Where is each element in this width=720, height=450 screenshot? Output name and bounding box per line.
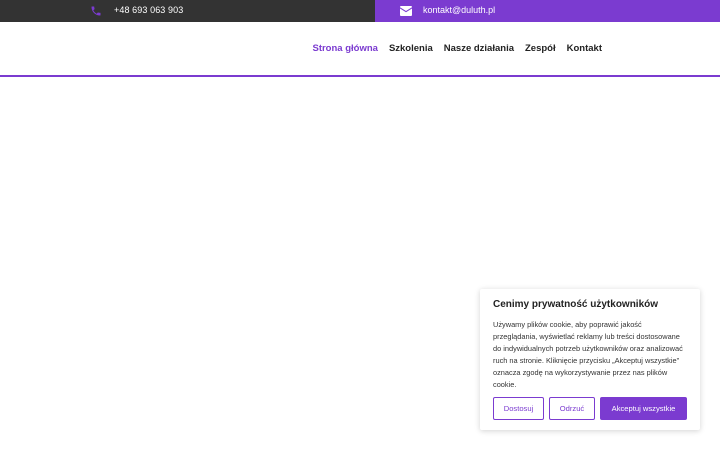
main-nav: Strona główna Szkolenia Nasze działania … [312, 43, 602, 54]
phone-icon [91, 6, 101, 16]
email-link[interactable]: kontakt@duluth.pl [423, 5, 495, 15]
nav-item-contact[interactable]: Kontakt [567, 43, 602, 54]
cookie-consent-dialog: Cenimy prywatność użytkowników Używamy p… [480, 289, 700, 430]
accept-all-button[interactable]: Akceptuj wszystkie [600, 397, 687, 420]
cookie-description: Używamy plików cookie, aby poprawić jako… [493, 320, 683, 389]
envelope-icon [400, 6, 412, 16]
phone-link[interactable]: +48 693 063 903 [114, 5, 183, 15]
site-header: Strona główna Szkolenia Nasze działania … [0, 22, 720, 77]
nav-item-team[interactable]: Zespół [525, 43, 556, 54]
contact-phone-bar: +48 693 063 903 [0, 0, 375, 22]
contact-email-bar: kontakt@duluth.pl [375, 0, 720, 22]
reject-button[interactable]: Odrzuć [549, 397, 595, 420]
nav-item-home[interactable]: Strona główna [312, 43, 377, 54]
nav-item-activities[interactable]: Nasze działania [444, 43, 514, 54]
cookie-buttons: Dostosuj Odrzuć Akceptuj wszystkie [493, 397, 687, 420]
customize-button[interactable]: Dostosuj [493, 397, 544, 420]
cookie-title: Cenimy prywatność użytkowników [493, 299, 659, 310]
top-bar: +48 693 063 903 kontakt@duluth.pl [0, 0, 720, 22]
nav-item-trainings[interactable]: Szkolenia [389, 43, 433, 54]
